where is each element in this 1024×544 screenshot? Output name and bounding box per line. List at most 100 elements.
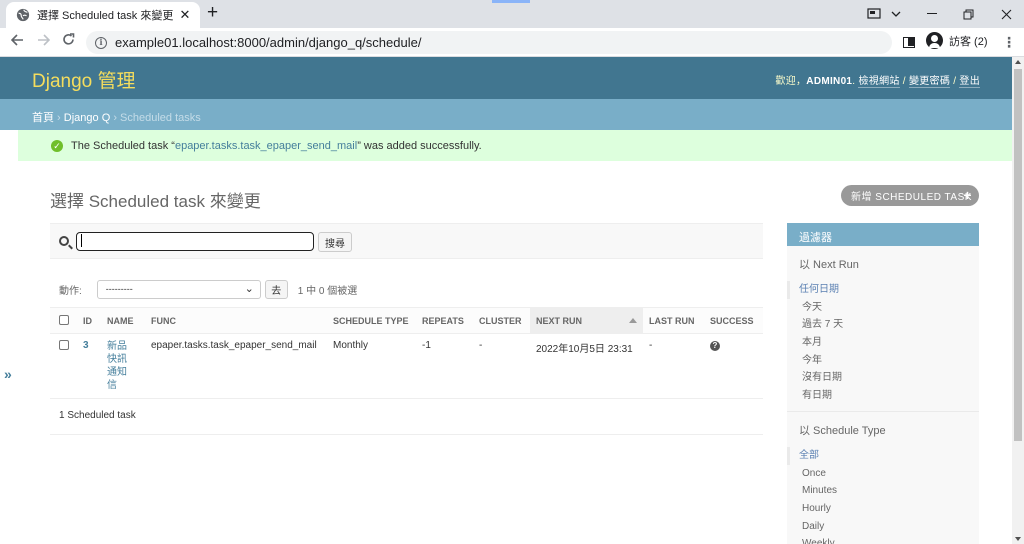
filter-section-schedule-type: 以 Schedule Type 全部 Once Minutes Hourly D… xyxy=(787,412,979,544)
row-select-cell xyxy=(50,333,77,399)
profile-icon xyxy=(926,32,943,49)
plus-icon: + xyxy=(963,187,972,203)
filter-heading: 以 Next Run xyxy=(799,259,859,271)
filter-section-next-run: 以 Next Run 任何日期 今天 過去 7 天 本月 今年 沒有日期 有日期 xyxy=(787,246,979,412)
action-selected-value: --------- xyxy=(105,284,133,294)
maximize-icon[interactable] xyxy=(956,0,980,28)
filter-option[interactable]: 有日期 xyxy=(787,387,979,405)
message-suffix: ” was added successfully. xyxy=(357,139,482,152)
column-header-repeats[interactable]: REPEATS xyxy=(416,307,473,334)
column-header-cluster[interactable]: CLUSTER xyxy=(473,307,530,334)
minimize-icon[interactable] xyxy=(920,0,944,28)
cluster-cell: - xyxy=(473,333,530,399)
profile-button[interactable]: 訪客 (2) xyxy=(926,32,988,49)
logout-link[interactable]: 登出 xyxy=(959,76,980,88)
browser-toolbar: i example01.localhost:8000/admin/django_… xyxy=(0,28,1024,57)
column-header-schedule-type[interactable]: SCHEDULE TYPE xyxy=(327,307,416,334)
column-header-success: SUCCESS xyxy=(704,307,763,334)
filter-option[interactable]: 任何日期 xyxy=(787,281,979,299)
add-button-label: 新增 SCHEDULED TASK xyxy=(851,192,972,203)
success-message: ✓ The Scheduled task “epaper.tasks.task_… xyxy=(18,130,1012,161)
filter-option[interactable]: Minutes xyxy=(787,482,979,500)
filter-option[interactable]: 全部 xyxy=(787,446,979,465)
site-brand[interactable]: Django 管理 xyxy=(32,66,136,93)
breadcrumb-app[interactable]: Django Q xyxy=(64,112,110,124)
user-tools: 歡迎，ADMIN01. 檢視網站 / 變更密碼 / 登出 xyxy=(775,72,980,88)
row-checkbox[interactable] xyxy=(59,340,69,350)
search-button[interactable]: 搜尋 xyxy=(318,232,352,252)
filter-option[interactable]: 過去 7 天 xyxy=(787,316,979,334)
name-cell: 新品快訊通知信 xyxy=(101,333,145,399)
func-cell: epaper.tasks.task_epaper_send_mail xyxy=(145,333,327,399)
tab-strip-accent xyxy=(492,0,530,3)
browser-tab[interactable]: 選擇 Scheduled task 來變更 | Dj ✕ xyxy=(6,2,200,28)
filter-option[interactable]: 今天 xyxy=(787,299,979,317)
view-site-link[interactable]: 檢視網站 xyxy=(858,76,900,88)
name-link[interactable]: 新品快訊通知信 xyxy=(107,340,129,392)
schedule-type-cell: Monthly xyxy=(327,333,416,399)
nav-sidebar-toggle[interactable]: » xyxy=(4,366,12,382)
actions-bar: 動作: --------- ⌄ 去 1 中 0 個被選 xyxy=(50,278,763,300)
tab-close-icon[interactable]: ✕ xyxy=(178,7,192,23)
success-check-icon: ✓ xyxy=(51,139,63,152)
selection-counter: 1 中 0 個被選 xyxy=(297,285,358,297)
admin-header: Django 管理 歡迎，ADMIN01. 檢視網站 / 變更密碼 / 登出 xyxy=(0,57,1012,99)
page-scrollbar[interactable] xyxy=(1012,57,1024,544)
sort-ascending-icon[interactable] xyxy=(629,318,637,323)
paginator: 1 Scheduled task xyxy=(50,400,763,435)
menu-icon[interactable]: ⋮ xyxy=(1002,33,1016,51)
filter-option[interactable]: Weekly xyxy=(787,535,979,544)
chevron-down-icon[interactable] xyxy=(886,0,906,28)
side-panel-icon[interactable] xyxy=(903,37,915,48)
user-tools-separator: / xyxy=(899,76,909,87)
info-icon[interactable]: i xyxy=(95,36,107,49)
result-list-table: ID NAME FUNC SCHEDULE TYPE REPEATS CLUST… xyxy=(50,307,763,399)
column-header-next-run-label: NEXT RUN xyxy=(536,315,583,326)
id-link[interactable]: 3 xyxy=(83,340,89,351)
scroll-thumb[interactable] xyxy=(1014,69,1022,441)
column-header-next-run[interactable]: NEXT RUN xyxy=(530,307,643,334)
scroll-down-arrow-icon[interactable] xyxy=(1015,537,1021,541)
welcome-text: 歡迎， xyxy=(775,76,807,87)
forward-icon[interactable] xyxy=(37,33,51,51)
url-text: example01.localhost:8000/admin/django_q/… xyxy=(115,35,422,50)
message-object-link[interactable]: epaper.tasks.task_epaper_send_mail xyxy=(175,140,357,152)
user-tools-separator: / xyxy=(950,76,960,87)
column-header-func[interactable]: FUNC xyxy=(145,307,327,334)
search-input[interactable] xyxy=(76,232,314,251)
go-button[interactable]: 去 xyxy=(264,279,288,299)
scroll-up-arrow-icon[interactable] xyxy=(1015,60,1021,64)
close-icon[interactable] xyxy=(994,0,1018,28)
change-password-link[interactable]: 變更密碼 xyxy=(908,76,951,88)
search-icon xyxy=(59,236,69,246)
next-run-cell: 2022年10月5日 23:31 xyxy=(530,333,643,399)
filter-option[interactable]: Hourly xyxy=(787,500,979,518)
filter-option[interactable]: Daily xyxy=(787,518,979,536)
reload-icon[interactable] xyxy=(62,33,75,51)
column-header-name[interactable]: NAME xyxy=(101,307,145,334)
breadcrumb-home[interactable]: 首頁 xyxy=(32,112,54,124)
tab-search-icon[interactable] xyxy=(863,0,885,28)
search-toolbar: 搜尋 xyxy=(50,223,763,259)
action-select[interactable]: --------- ⌄ xyxy=(96,279,261,299)
filter-option[interactable]: 沒有日期 xyxy=(787,369,979,387)
add-scheduled-task-button[interactable]: 新增 SCHEDULED TASK + xyxy=(841,185,979,206)
table-row: 3 新品快訊通知信 epaper.tasks.task_epaper_send_… xyxy=(50,333,763,399)
browser-tab-strip: 選擇 Scheduled task 來變更 | Dj ✕ + xyxy=(0,0,1024,28)
filter-option[interactable]: 今年 xyxy=(787,352,979,370)
select-all-cell xyxy=(50,307,77,334)
filter-title: 過濾器 xyxy=(787,223,979,246)
select-all-checkbox[interactable] xyxy=(59,314,69,325)
column-header-id[interactable]: ID xyxy=(77,307,101,334)
globe-icon xyxy=(16,8,30,22)
breadcrumb-separator: › xyxy=(110,112,121,124)
id-cell: 3 xyxy=(77,333,101,399)
filter-option[interactable]: Once xyxy=(787,465,979,483)
tab-title: 選擇 Scheduled task 來變更 | Dj xyxy=(37,10,174,22)
address-bar[interactable]: i example01.localhost:8000/admin/django_… xyxy=(86,31,892,54)
filter-option[interactable]: 本月 xyxy=(787,334,979,352)
new-tab-button[interactable]: + xyxy=(207,3,218,23)
back-icon[interactable] xyxy=(10,33,24,51)
unknown-icon: ? xyxy=(710,341,720,351)
column-header-last-run[interactable]: LAST RUN xyxy=(643,307,704,334)
